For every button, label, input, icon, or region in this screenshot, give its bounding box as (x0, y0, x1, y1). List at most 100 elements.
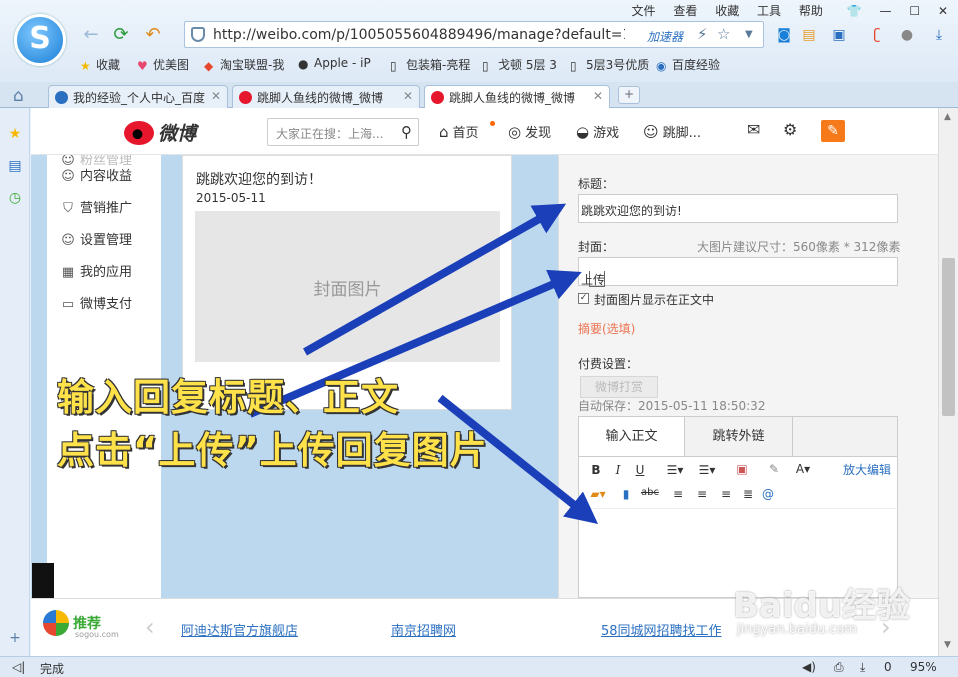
bookmark-item[interactable]: ▯ 5层3号优质 (570, 56, 649, 73)
download-status-icon[interactable]: ⤓ (860, 660, 865, 675)
nav-home[interactable]: ⌂ 首页 (439, 122, 479, 141)
bookmark-item[interactable]: ◆ 淘宝联盟-我 (204, 56, 284, 73)
menu-file[interactable]: 文件 (632, 2, 656, 19)
bookmark-item[interactable]: ● Apple - iP (298, 56, 371, 71)
maximize-icon[interactable]: ☐ (909, 4, 920, 18)
favorites-icon[interactable]: ★ (7, 126, 23, 142)
mail-icon[interactable]: ✉ (747, 120, 760, 139)
search-icon[interactable]: ⚲ (401, 123, 412, 141)
screenshot-icon[interactable]: ▣ (830, 26, 848, 44)
panel-toggle-icon[interactable]: ◁| (12, 660, 25, 674)
clipboard-icon[interactable]: ▤ (800, 26, 818, 44)
font-color-icon[interactable]: A▾ (791, 462, 815, 476)
tab-body[interactable]: 输入正文 (579, 417, 685, 457)
ad-link[interactable]: 南京招聘网 (391, 620, 456, 639)
summary-link[interactable]: 摘要(选填) (578, 320, 635, 337)
plugin-icon[interactable]: ʗ (868, 26, 886, 44)
nav-games[interactable]: ◒ 游戏 (576, 122, 619, 141)
bookmark-item[interactable]: ▯ 包装箱-亮程 (390, 56, 470, 73)
tab-external-link[interactable]: 跳转外链 (685, 417, 793, 457)
close-tab-icon[interactable]: ✕ (403, 89, 413, 103)
highlight-icon[interactable]: ▰▾ (585, 487, 611, 501)
print-icon[interactable]: ⎙ (834, 660, 844, 675)
star-icon[interactable]: ☆ (717, 25, 730, 43)
more-icon[interactable]: ● (898, 26, 916, 44)
reader-icon[interactable]: ▤ (7, 158, 23, 174)
add-icon[interactable]: + (7, 630, 23, 646)
history-icon[interactable]: ◷ (7, 190, 23, 206)
eraser-icon[interactable]: ✎ (767, 462, 781, 476)
browser-logo[interactable]: S (14, 14, 66, 66)
bookmark-item[interactable]: ◉ 百度经验 (656, 56, 720, 73)
download-icon[interactable]: ⤓ (930, 26, 948, 44)
lightning-icon[interactable]: ⚡ (697, 25, 708, 43)
close-tab-icon[interactable]: ✕ (211, 89, 221, 103)
scroll-up-icon[interactable]: ▲ (944, 112, 951, 122)
address-bar[interactable]: http://weibo.com/p/1005055604889496/mana… (184, 21, 764, 48)
home-icon[interactable]: ⌂ (13, 86, 24, 106)
underline-icon[interactable]: U (633, 463, 647, 477)
tab-weibo-active[interactable]: 跳脚人鱼线的微博_微博 ✕ (424, 85, 610, 109)
align-left-icon[interactable]: ≡ (671, 487, 685, 501)
bookmark-item[interactable]: ▯ 戈顿 5层 3 (482, 56, 557, 73)
sidebar-item-content-income[interactable]: ☺ 内容收益 (60, 165, 132, 184)
shield-icon (191, 27, 205, 42)
zoom-level[interactable]: 95% (910, 660, 937, 674)
volume-icon[interactable]: ◀) (802, 660, 816, 674)
search-engine-icon[interactable]: ◙ (775, 26, 793, 44)
bold-icon[interactable]: B (589, 463, 603, 477)
minimize-icon[interactable]: — (880, 4, 892, 18)
align-right-icon[interactable]: ≡ (719, 487, 733, 501)
italic-icon[interactable]: I (611, 463, 625, 477)
menu-help[interactable]: 帮助 (799, 2, 823, 19)
shirt-icon[interactable]: 👕 (847, 4, 862, 18)
align-center-icon[interactable]: ≡ (695, 487, 709, 501)
nav-discover[interactable]: ◎ 发现 (508, 122, 551, 141)
compose-icon[interactable]: ✎ (821, 120, 845, 142)
menu-favorites[interactable]: 收藏 (715, 2, 739, 19)
bookmark-item[interactable]: ♥ 优美图 (137, 56, 189, 73)
ad-link[interactable]: 阿迪达斯官方旗舰店 (181, 620, 298, 639)
ad-link[interactable]: 58同城网招聘找工作 (601, 620, 722, 639)
sidebar-item-pay[interactable]: ▭ 微博支付 (60, 293, 132, 312)
scroll-down-icon[interactable]: ▼ (944, 640, 951, 650)
scroll-thumb[interactable] (942, 258, 955, 416)
refresh-button[interactable]: ⟳ (110, 24, 132, 46)
weibo-logo[interactable]: 微博 (124, 119, 196, 146)
tab-weibo-1[interactable]: 跳脚人鱼线的微博_微博 ✕ (232, 85, 420, 108)
menu-view[interactable]: 查看 (673, 2, 697, 19)
save-icon[interactable]: ▮ (619, 487, 633, 501)
prev-icon[interactable]: ‹ (145, 613, 155, 641)
reward-button[interactable]: 微博打赏 (580, 376, 658, 398)
sidebar-item-settings[interactable]: ☺ 设置管理 (60, 229, 132, 248)
sogou-logo[interactable]: 推荐 sogou.com (43, 610, 119, 639)
title-input[interactable]: 跳跳欢迎您的到访! (578, 194, 898, 223)
show-cover-checkbox[interactable]: ✓ (578, 293, 589, 304)
close-window-icon[interactable]: ✕ (938, 4, 948, 18)
sidebar-item-marketing[interactable]: ⛉ 营销推广 (60, 197, 132, 216)
align-justify-icon[interactable]: ≣ (741, 487, 755, 501)
vertical-scrollbar[interactable]: ▲ ▼ (938, 108, 958, 656)
back-button[interactable]: ← (80, 24, 102, 46)
bookmark-item[interactable]: ★ 收藏 (80, 56, 120, 73)
tab-experience[interactable]: 我的经验_个人中心_百度 ✕ (48, 85, 228, 108)
undo-button[interactable]: ↶ (142, 24, 164, 46)
zoom-edit-link[interactable]: 放大编辑 (843, 461, 891, 478)
new-tab-button[interactable]: + (618, 86, 640, 104)
image-icon[interactable]: ▣ (735, 462, 749, 476)
nav-profile[interactable]: ☺ 跳脚... (643, 122, 701, 141)
strikethrough-icon[interactable]: abc (641, 487, 659, 498)
gear-icon[interactable]: ⚙ (783, 120, 797, 139)
sidebar-item-apps[interactable]: ▦ 我的应用 (60, 261, 132, 280)
grid-icon: ▦ (61, 265, 75, 280)
menu-tools[interactable]: 工具 (757, 2, 781, 19)
accelerator-link[interactable]: 加速器 (647, 28, 683, 45)
dropdown-icon[interactable]: ▼ (745, 29, 753, 40)
upload-button[interactable]: 上传 (578, 257, 898, 287)
status-bar: ◁| 完成 ◀) ⎙ ⤓ 0 95% (0, 656, 958, 677)
at-icon[interactable]: @ (761, 487, 775, 501)
close-tab-icon[interactable]: ✕ (593, 89, 603, 103)
bullet-list-icon[interactable]: ☰▾ (695, 463, 719, 477)
ordered-list-icon[interactable]: ☰▾ (663, 463, 687, 477)
search-input[interactable]: 大家正在搜：上海... ⚲ (267, 118, 419, 146)
